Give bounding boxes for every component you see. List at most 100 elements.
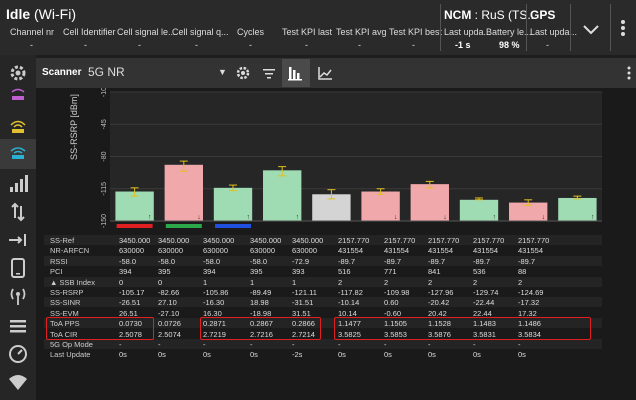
header-cycles[interactable]: Cycles xyxy=(237,27,264,37)
table-cell: 27.10 xyxy=(158,298,177,308)
ncm-last-update-label: Last upda... xyxy=(444,27,492,37)
scanner-toolbar: Scanner 5G NR ▼ xyxy=(36,58,636,88)
table-cell: -105.86 xyxy=(203,288,229,297)
app-window: Idle (Wi-Fi) Channel nr - Cell Identifie… xyxy=(0,0,636,400)
table-cell: - xyxy=(292,340,295,349)
table-cell: 630000 xyxy=(203,246,229,256)
table-cell: -58.0 xyxy=(119,256,137,266)
y-tick-label: -115 xyxy=(101,182,108,196)
table-cell: - xyxy=(518,340,521,349)
table-cell: 516 xyxy=(338,267,351,277)
signal-bars-icon[interactable] xyxy=(6,172,30,196)
bar-chart-view-button[interactable] xyxy=(282,59,310,87)
table-cell: 630000 xyxy=(119,246,145,256)
chevron-down-icon[interactable] xyxy=(574,12,608,46)
menu-list-icon[interactable] xyxy=(6,314,30,338)
table-cell: 630000 xyxy=(292,246,318,256)
table-cell: - xyxy=(250,340,253,349)
settings-gear-icon[interactable] xyxy=(234,64,252,82)
scanner-nav-icon[interactable] xyxy=(0,139,36,169)
header-channel-nr[interactable]: Channel nr xyxy=(10,27,54,37)
highlight-box xyxy=(46,317,154,340)
table-cell: 0s xyxy=(384,350,392,360)
table-cell: -58.0 xyxy=(250,256,268,266)
header-test-kpi-last[interactable]: Test KPI last xyxy=(282,27,332,37)
table-cell: 0s xyxy=(250,350,258,360)
speedometer-icon[interactable] xyxy=(6,342,30,366)
highlight-box xyxy=(334,317,591,340)
gps-title: GPS xyxy=(530,8,556,22)
table-cell: -82.66 xyxy=(158,288,180,297)
table-cell: -129.74 xyxy=(473,288,499,297)
settings-gear-icon[interactable] xyxy=(6,61,30,85)
y-tick-label: -150 xyxy=(101,214,108,228)
table-cell: 393 xyxy=(292,267,305,277)
mode-title-sub: (Wi-Fi) xyxy=(34,6,76,22)
table-cell: -89.7 xyxy=(338,256,356,266)
wifi-icon[interactable] xyxy=(6,370,30,394)
table-cell: -17.32 xyxy=(518,298,540,308)
header-test-kpi-avg[interactable]: Test KPI avg xyxy=(336,27,387,37)
table-cell: 2 xyxy=(518,277,523,287)
table-cell: 2157.770 xyxy=(384,236,416,245)
cell-color-marker xyxy=(215,224,251,228)
table-cell: 630000 xyxy=(158,246,184,256)
table-cell: 394 xyxy=(119,267,132,277)
handover-arrows-icon[interactable] xyxy=(6,228,30,252)
table-cell: 0s xyxy=(158,350,166,360)
table-cell: - xyxy=(203,340,206,349)
ncm-title-sub: : RuS (TS... xyxy=(474,8,538,22)
header-separator xyxy=(440,4,441,51)
table-cell: 394 xyxy=(203,267,216,277)
table-cell: -109.98 xyxy=(384,288,410,297)
network-select[interactable]: 5G NR xyxy=(88,65,125,79)
ncm-title-text: NCM xyxy=(444,8,472,22)
header-cell-identifier-value: - xyxy=(84,40,87,50)
table-cell: -121.11 xyxy=(292,288,317,297)
table-cell: 1 xyxy=(292,277,297,287)
header-cycles-value: - xyxy=(249,40,252,50)
table-cell: 431554 xyxy=(338,246,364,256)
header-cell-signal-level[interactable]: Cell signal le... xyxy=(117,27,176,37)
header-cell-identifier[interactable]: Cell Identifier xyxy=(63,27,116,37)
table-cell: 0s xyxy=(203,350,211,360)
antenna-icon[interactable] xyxy=(6,284,30,308)
header-test-kpi-best[interactable]: Test KPI best xyxy=(389,27,442,37)
table-cell: 0 xyxy=(119,277,124,287)
table-cell: - xyxy=(384,340,387,349)
table-cell: 2157.770 xyxy=(473,236,505,245)
table-cell: 0s xyxy=(473,350,481,360)
filter-icon[interactable] xyxy=(260,64,278,82)
ncm-title: NCM : RuS (TS... xyxy=(444,8,537,22)
y-tick-label: -10 xyxy=(101,88,108,97)
table-cell: -16.30 xyxy=(203,298,225,308)
table-cell: 431554 xyxy=(473,246,499,256)
table-cell: 2.5074 xyxy=(158,329,181,339)
scanner-label: Scanner xyxy=(42,67,82,78)
mode-title-text: Idle xyxy=(6,6,31,22)
data-transfer-icon[interactable] xyxy=(6,200,30,224)
table-cell: 0.60 xyxy=(384,298,399,308)
table-cell: -89.49 xyxy=(250,288,272,297)
line-chart-view-icon[interactable] xyxy=(316,64,334,82)
table-cell: 1 xyxy=(250,277,255,287)
table-cell: - xyxy=(119,340,122,349)
header-separator xyxy=(610,4,611,51)
overflow-menu-icon[interactable] xyxy=(614,14,632,42)
table-cell: 431554 xyxy=(428,246,454,256)
wifi-router-icon[interactable] xyxy=(6,83,30,107)
table-cell: -117.82 xyxy=(338,288,363,297)
table-row-label[interactable]: ▲ SSB Index xyxy=(50,278,95,287)
table-cell: - xyxy=(158,340,161,349)
header-cell-signal-quality[interactable]: Cell signal q... xyxy=(172,27,229,37)
dropdown-arrow-icon[interactable]: ▼ xyxy=(218,67,227,77)
table-cell: 3450.000 xyxy=(292,236,324,245)
phone-icon[interactable] xyxy=(6,256,30,280)
trend-arrow: ↓ xyxy=(443,214,447,221)
table-cell: 0s xyxy=(518,350,526,360)
overflow-menu-icon[interactable] xyxy=(624,64,634,82)
table-cell: 0s xyxy=(338,350,346,360)
table-cell: 431554 xyxy=(518,246,544,256)
table-cell: -89.7 xyxy=(428,256,446,266)
wifi-router-icon[interactable] xyxy=(6,115,30,139)
